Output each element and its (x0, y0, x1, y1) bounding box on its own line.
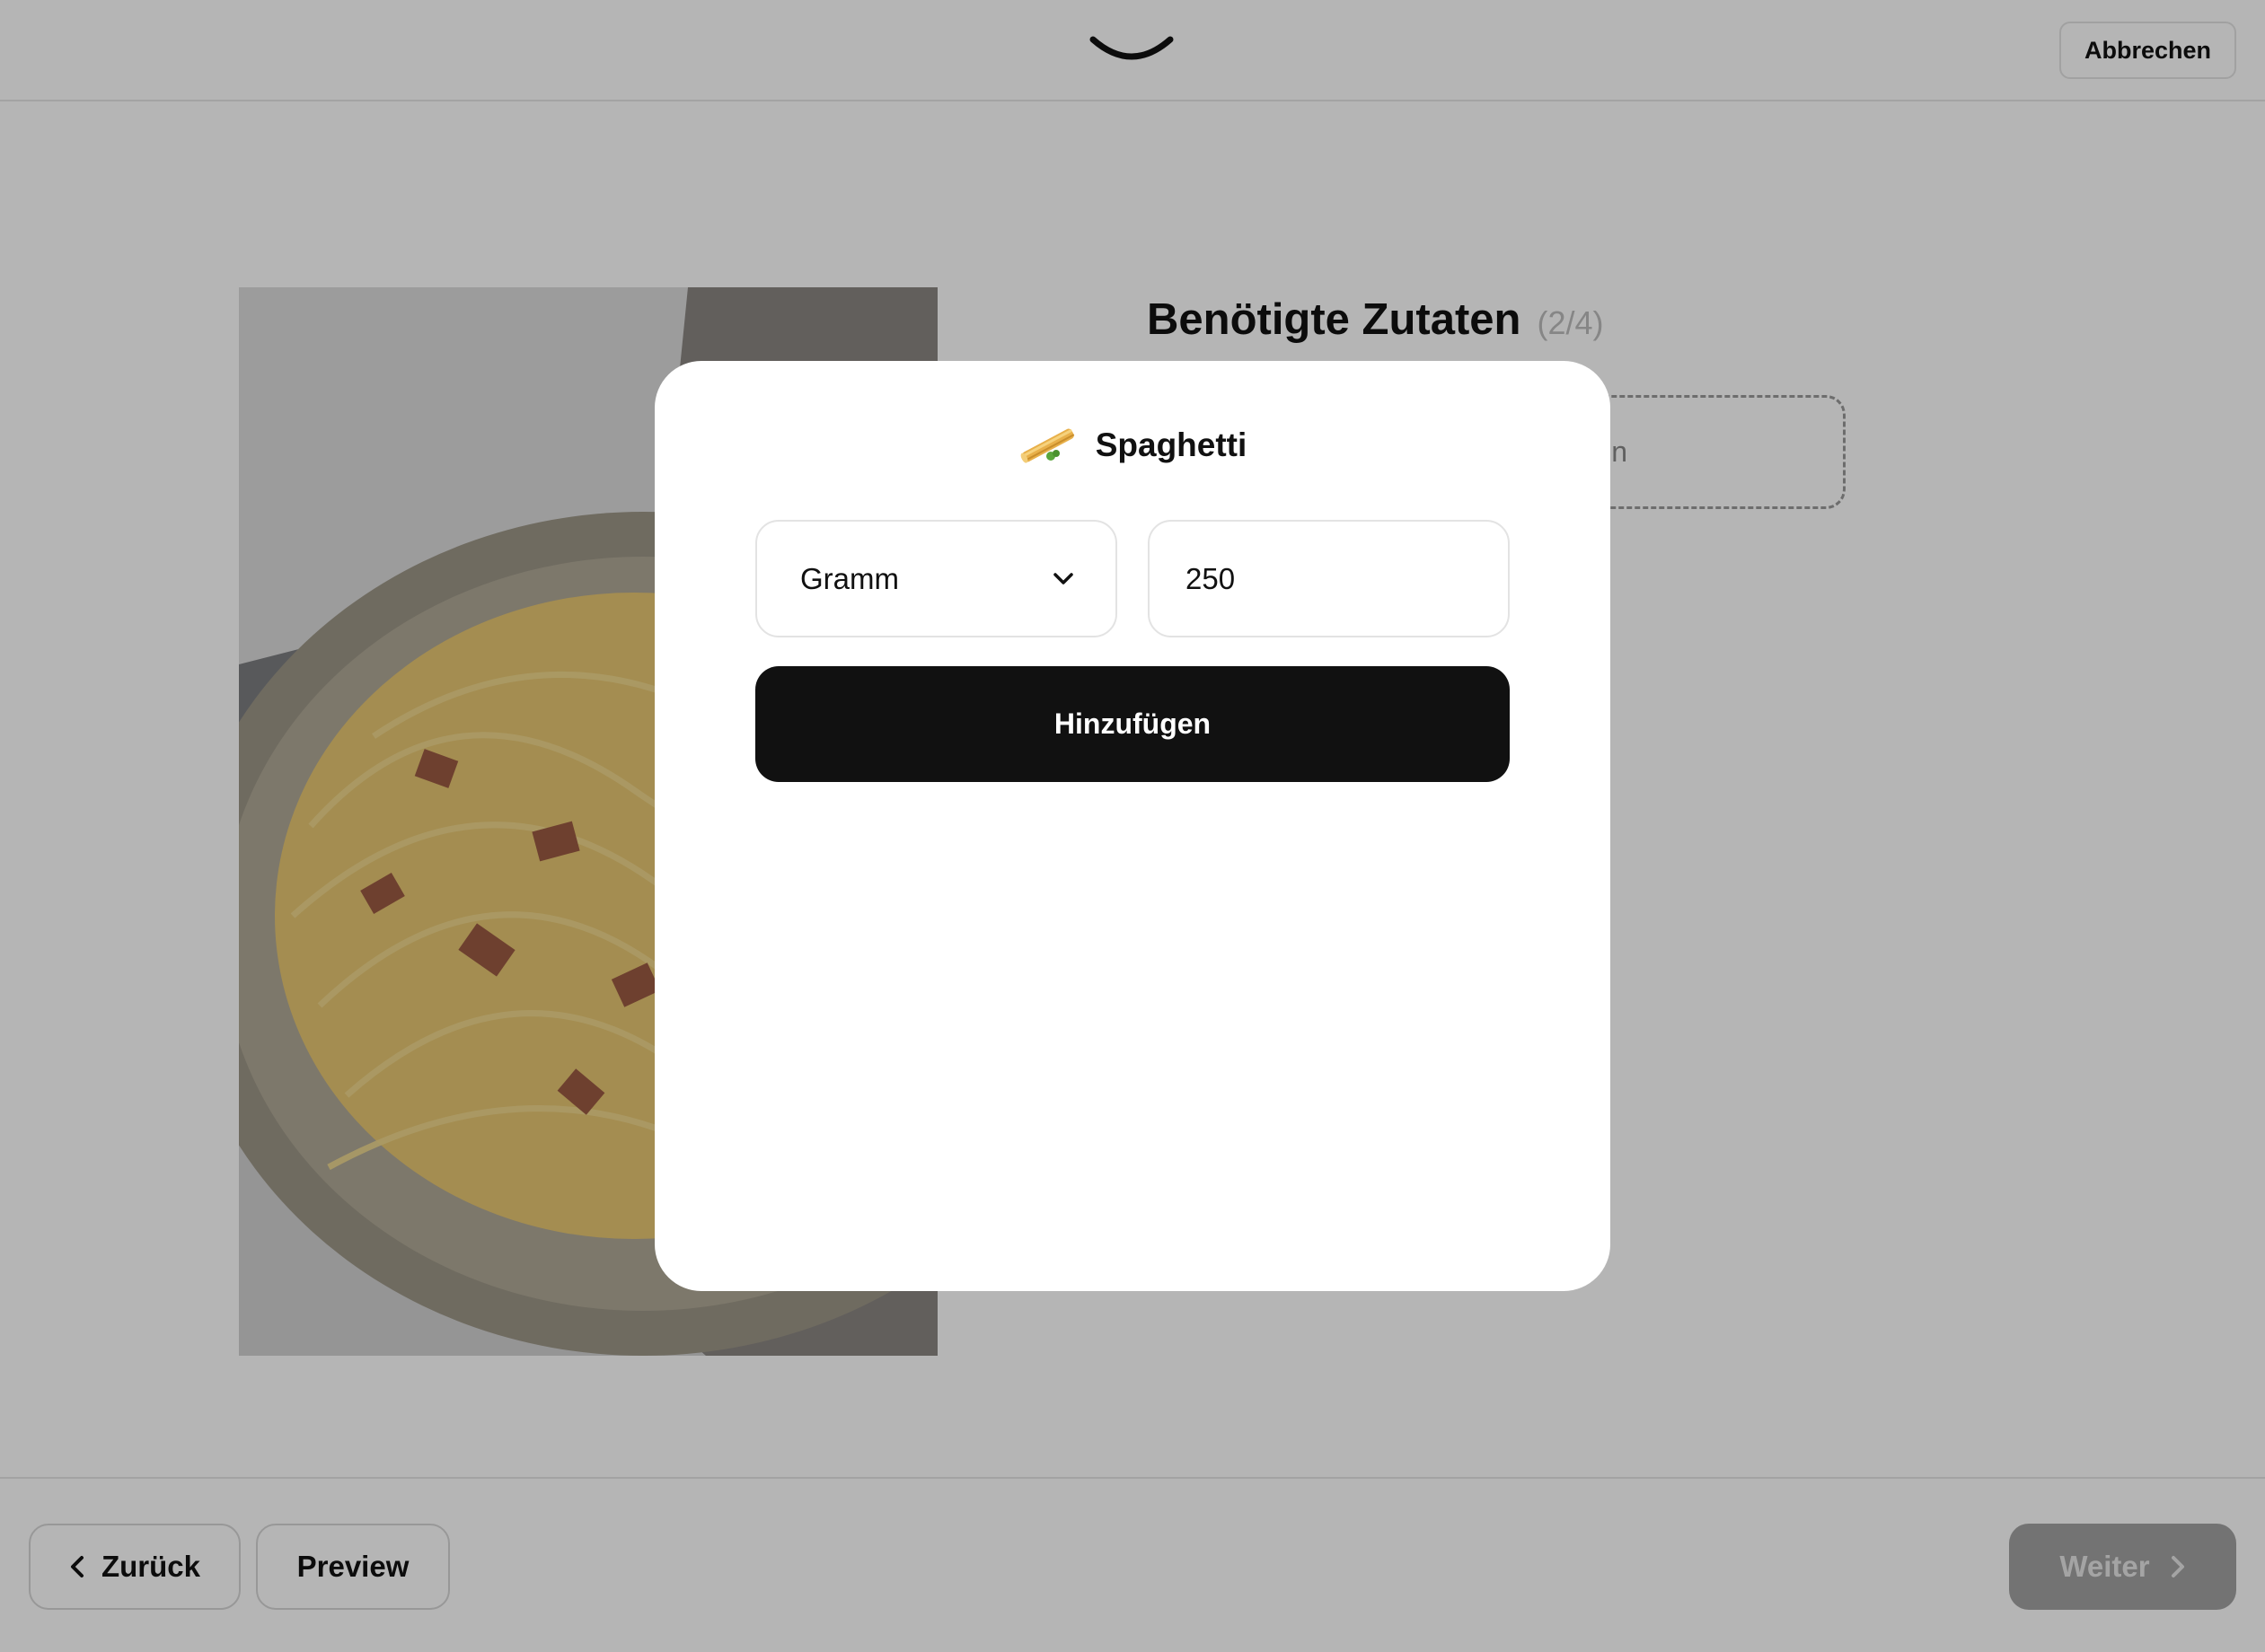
spaghetti-icon (1020, 428, 1074, 463)
unit-select-value: Gramm (800, 561, 899, 595)
ingredient-name: Spaghetti (1095, 426, 1247, 463)
add-button-label: Hinzufügen (1053, 707, 1212, 740)
ingredient-modal: Spaghetti Gramm 250 Hinzufügen (655, 361, 1610, 1291)
add-button[interactable]: Hinzufügen (755, 666, 1510, 782)
modal-header: Spaghetti (655, 426, 1610, 465)
unit-select[interactable]: Gramm (755, 520, 1117, 637)
quantity-input[interactable]: 250 (1148, 520, 1510, 637)
chevron-down-icon (1053, 572, 1073, 584)
quantity-value: 250 (1185, 561, 1236, 595)
